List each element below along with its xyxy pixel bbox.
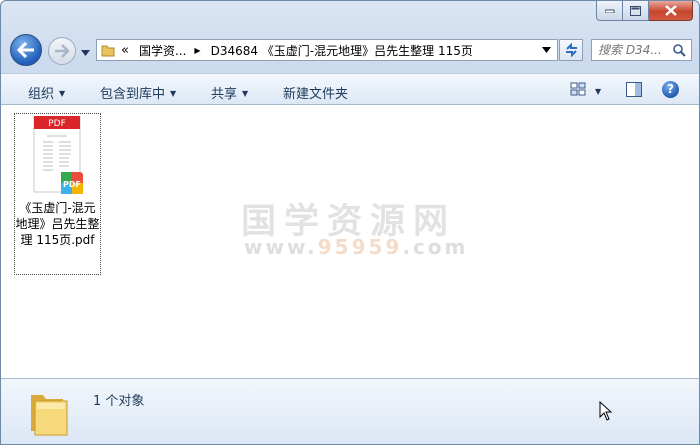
navigation-bar: « 国学资... ▶ D34684 《玉虚门-混元地理》吕先生整理 115页 (1, 29, 699, 69)
include-in-library-menu[interactable]: 包含到库中 ▼ (100, 83, 176, 102)
new-folder-label: 新建文件夹 (283, 87, 349, 102)
search-icon[interactable] (673, 44, 686, 57)
breadcrumb-overflow[interactable]: « (121, 43, 129, 58)
file-name[interactable]: 《玉虚门-混元地理》吕先生整理 115页.pdf (15, 200, 100, 248)
close-icon (664, 5, 677, 16)
item-count: 1 个对象 (93, 394, 145, 409)
forward-button[interactable] (48, 37, 76, 65)
search-input[interactable] (598, 43, 676, 57)
search-box[interactable] (591, 39, 692, 61)
breadcrumb-separator-icon[interactable]: ▶ (194, 46, 200, 55)
maximize-button[interactable] (623, 1, 649, 21)
view-grid-icon (570, 82, 586, 96)
share-menu[interactable]: 共享 ▼ (211, 83, 248, 102)
minimize-icon (604, 9, 614, 13)
chevron-down-icon: ▼ (59, 89, 66, 98)
folder-icon (101, 45, 115, 57)
refresh-icon (565, 43, 577, 57)
watermark-url-prefix: www. (244, 235, 318, 259)
chevron-down-icon: ▼ (170, 89, 177, 98)
share-label: 共享 (211, 87, 238, 102)
caption-buttons (596, 1, 693, 21)
close-button[interactable] (649, 1, 693, 21)
view-options-dropdown-icon[interactable]: ▼ (595, 87, 601, 96)
back-button[interactable] (10, 34, 42, 66)
watermark-url-suffix: .com (402, 235, 469, 259)
help-button[interactable]: ? (662, 81, 679, 98)
explorer-window: « 国学资... ▶ D34684 《玉虚门-混元地理》吕先生整理 115页 组… (0, 0, 700, 445)
include-in-library-label: 包含到库中 (100, 87, 166, 102)
forward-arrow-icon (55, 44, 70, 58)
preview-pane-icon (626, 82, 642, 97)
chevron-down-icon: ▼ (242, 89, 249, 98)
pdf-badge-icon: PDF (61, 172, 83, 194)
file-item[interactable]: PDF PDF 《玉虚门-混元地理》吕先生整理 115页.pdf (14, 113, 101, 275)
refresh-button[interactable] (559, 39, 583, 61)
new-folder-button[interactable]: 新建文件夹 (283, 83, 348, 102)
watermark-url: www.95959.com (244, 235, 468, 259)
svg-text:PDF: PDF (63, 180, 81, 189)
help-icon: ? (667, 82, 674, 96)
file-list-area[interactable]: 国学资源网 www.95959.com PDF PDF 《玉虚门-混元地理》吕先… (1, 105, 699, 378)
breadcrumb-item[interactable]: 国学资... (139, 42, 186, 59)
back-arrow-icon (17, 42, 34, 58)
minimize-button[interactable] (596, 1, 623, 21)
folder-icon (31, 395, 68, 436)
maximize-icon (630, 5, 641, 16)
address-dropdown-icon[interactable] (542, 47, 551, 53)
organize-menu[interactable]: 组织 ▼ (28, 83, 65, 102)
breadcrumb-item-current[interactable]: D34684 《玉虚门-混元地理》吕先生整理 115页 (211, 42, 473, 59)
preview-pane-button[interactable] (626, 82, 642, 100)
pdf-file-icon: PDF PDF (33, 116, 83, 194)
mouse-cursor-icon (599, 401, 612, 421)
address-bar[interactable]: « 国学资... ▶ D34684 《玉虚门-混元地理》吕先生整理 115页 (96, 39, 558, 61)
pdf-thumb-label: PDF (48, 119, 66, 129)
details-pane: 1 个对象 (1, 378, 699, 444)
watermark-url-number: 95959 (317, 235, 403, 259)
recent-pages-button[interactable] (81, 45, 90, 59)
command-bar: 组织 ▼ 包含到库中 ▼ 共享 ▼ 新建文件夹 ▼ ? (1, 73, 699, 105)
chevron-down-icon (81, 50, 90, 56)
organize-label: 组织 (28, 87, 55, 102)
change-view-button[interactable] (570, 82, 586, 99)
